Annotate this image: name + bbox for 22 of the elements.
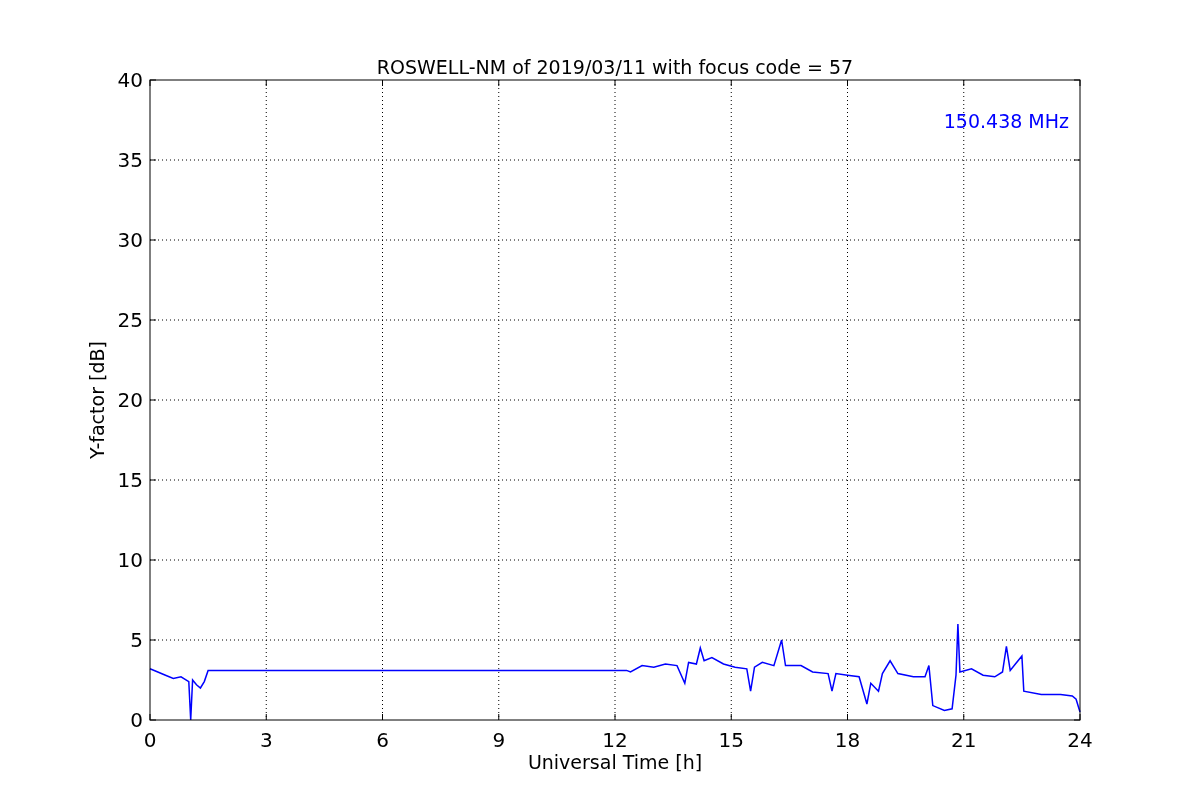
tick-label: 20 <box>117 388 143 412</box>
tick-label: 15 <box>117 468 143 492</box>
x-axis-label: Universal Time [h] <box>527 751 703 773</box>
tick-label: 12 <box>602 728 628 752</box>
tick-label: 30 <box>117 228 143 252</box>
tick-label: 21 <box>951 728 977 752</box>
tick-label: 35 <box>117 148 143 172</box>
y-axis-label: Y-factor [dB] <box>86 341 108 459</box>
tick-label: 0 <box>143 728 157 752</box>
tick-label: 25 <box>117 308 143 332</box>
tick-label: 24 <box>1067 728 1093 752</box>
tick-label: 15 <box>718 728 744 752</box>
tick-label: 6 <box>376 728 389 752</box>
tick-label: 3 <box>259 728 273 752</box>
tick-label: 5 <box>130 628 143 652</box>
frequency-annotation: 150.438 MHz <box>943 110 1069 132</box>
chart-title: ROSWELL-NM of 2019/03/11 with focus code = 57 <box>376 56 854 78</box>
tick-label: 10 <box>117 548 143 572</box>
tick-label: 18 <box>834 728 861 752</box>
tick-label: 40 <box>117 68 143 92</box>
tick-label: 9 <box>492 728 506 752</box>
tick-label: 0 <box>130 708 143 732</box>
